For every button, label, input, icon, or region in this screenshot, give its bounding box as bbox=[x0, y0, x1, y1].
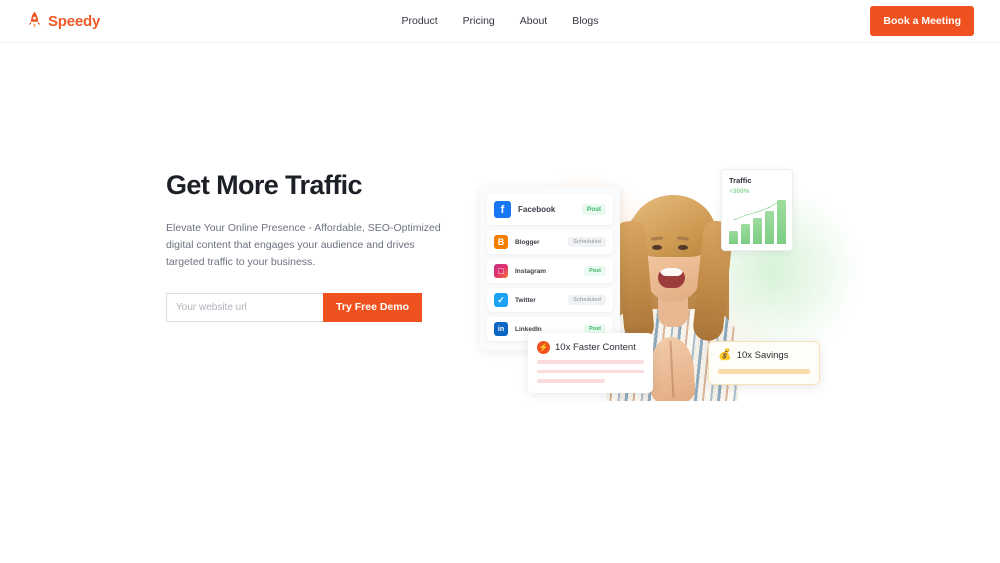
status-badge: Scheduled bbox=[568, 237, 606, 247]
page-title: Get More Traffic bbox=[166, 170, 363, 200]
placeholder-bar bbox=[537, 379, 606, 383]
social-name: Instagram bbox=[515, 267, 547, 275]
status-badge: Scheduled bbox=[568, 295, 606, 305]
social-channels-card: f Facebook Post B Blogger Scheduled □ In… bbox=[480, 187, 620, 350]
nav-item-about[interactable]: About bbox=[520, 15, 547, 27]
status-badge: Post bbox=[584, 266, 606, 276]
hero-copy: Get More Traffic Elevate Your Online Pre… bbox=[0, 43, 470, 322]
status-badge: Post bbox=[581, 204, 606, 215]
brand-logo[interactable]: Speedy bbox=[26, 11, 100, 31]
blogger-icon: B bbox=[494, 235, 508, 249]
traffic-delta-label: +300% bbox=[729, 188, 750, 195]
hero-illustration: f Facebook Post B Blogger Scheduled □ In… bbox=[480, 151, 880, 416]
linkedin-icon: in bbox=[494, 322, 508, 336]
nav-item-blogs[interactable]: Blogs bbox=[572, 15, 598, 27]
chip-label: 10x Savings bbox=[736, 350, 789, 361]
money-bag-icon: 💰 bbox=[718, 349, 732, 361]
placeholder-bar bbox=[537, 360, 644, 364]
try-free-demo-button[interactable]: Try Free Demo bbox=[323, 292, 422, 322]
demo-signup-form: Try Free Demo bbox=[166, 292, 422, 322]
primary-nav: Product Pricing About Blogs bbox=[0, 15, 1000, 27]
traffic-bar-chart bbox=[729, 200, 787, 244]
chart-bar bbox=[729, 230, 739, 244]
placeholder-bar bbox=[537, 369, 644, 373]
social-proof-section: Trusted by Top Local Businesses Artemis … bbox=[0, 433, 1000, 563]
social-row-twitter[interactable]: ✓ Twitter Scheduled bbox=[487, 288, 613, 312]
book-a-meeting-button[interactable]: Book a Meeting bbox=[870, 6, 974, 36]
facebook-icon: f bbox=[494, 201, 511, 218]
brand-name: Speedy bbox=[48, 12, 101, 30]
social-name: Facebook bbox=[518, 205, 556, 214]
social-row-instagram[interactable]: □ Instagram Post bbox=[487, 259, 613, 283]
lightning-bolt-icon: ⚡ bbox=[537, 341, 550, 354]
social-name: LinkedIn bbox=[515, 325, 542, 333]
savings-chip: 💰 10x Savings bbox=[708, 341, 820, 385]
social-row-facebook[interactable]: f Facebook Post bbox=[487, 194, 613, 225]
hero-section: Get More Traffic Elevate Your Online Pre… bbox=[0, 43, 1000, 433]
social-name: Blogger bbox=[515, 238, 540, 246]
chip-label: 10x Faster Content bbox=[555, 342, 636, 353]
hero-subtitle: Elevate Your Online Presence - Affordabl… bbox=[166, 221, 441, 268]
instagram-icon: □ bbox=[494, 264, 508, 278]
chart-trendline bbox=[734, 200, 781, 221]
placeholder-bar bbox=[718, 369, 810, 374]
chart-bar bbox=[740, 224, 751, 244]
faster-content-chip: ⚡ 10x Faster Content bbox=[528, 333, 653, 393]
social-name: Twitter bbox=[515, 296, 536, 304]
social-row-blogger[interactable]: B Blogger Scheduled bbox=[487, 230, 613, 254]
nav-item-pricing[interactable]: Pricing bbox=[463, 15, 495, 27]
twitter-icon: ✓ bbox=[494, 293, 508, 307]
rocket-icon bbox=[28, 11, 41, 29]
nav-item-product[interactable]: Product bbox=[401, 15, 437, 27]
chart-title: Traffic bbox=[729, 176, 752, 185]
traffic-chart-card: Traffic +300% bbox=[721, 169, 793, 251]
site-header: Speedy Product Pricing About Blogs Book … bbox=[0, 0, 1000, 43]
website-url-input[interactable] bbox=[166, 292, 324, 322]
